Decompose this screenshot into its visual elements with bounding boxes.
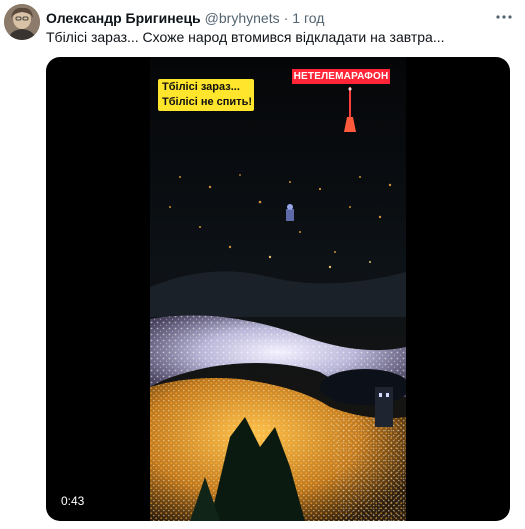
- tweet-header: Олександр Бригинець @bryhynets · 1 год: [46, 9, 324, 27]
- separator-dot: ·: [283, 10, 289, 26]
- video-caption-badge: Тбілісі зараз... Тбілісі не спить!: [158, 79, 254, 111]
- video-player[interactable]: Тбілісі зараз... Тбілісі не спить! НЕТЕЛ…: [46, 57, 510, 521]
- timestamp[interactable]: 1 год: [292, 10, 324, 26]
- author-handle[interactable]: @bryhynets: [205, 10, 280, 26]
- avatar[interactable]: [4, 4, 40, 40]
- tweet[interactable]: Олександр Бригинець @bryhynets · 1 год Т…: [0, 0, 525, 529]
- video-duration: 0:43: [55, 491, 91, 511]
- channel-badge: НЕТЕЛЕМАРАФОН: [292, 69, 390, 84]
- author-name[interactable]: Олександр Бригинець: [46, 10, 201, 26]
- tweet-text: Тбілісі зараз... Схоже народ втомився ві…: [46, 29, 445, 45]
- caption-line-1: Тбілісі зараз...: [162, 81, 240, 93]
- video-frame: [150, 57, 406, 521]
- more-dots-icon[interactable]: [494, 10, 514, 24]
- caption-line-2: Тбілісі не спить!: [162, 96, 252, 108]
